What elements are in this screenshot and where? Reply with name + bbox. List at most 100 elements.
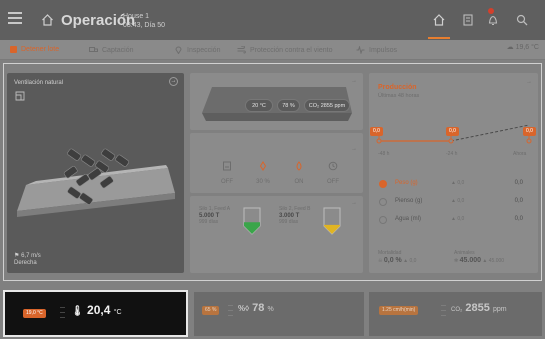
animals-delta: ▲ 45.000	[482, 258, 505, 264]
wind-direction: Derecha	[14, 260, 37, 266]
temperature-sensor-card[interactable]: 19,0 °C — — — 🌡 20,4 °C	[3, 290, 188, 337]
house-icon[interactable]	[432, 13, 446, 27]
mortality-delta: ▲ 0,0	[403, 258, 417, 264]
humidity-readout: %◊ 78 %	[238, 302, 274, 314]
equipment-arrow-icon[interactable]: →	[351, 146, 357, 152]
document-icon[interactable]	[461, 13, 475, 27]
mortality-label: Mortalidad	[378, 250, 402, 256]
barn-humidity-pill: 78 %	[277, 99, 300, 112]
barn-summary-card[interactable]: 20 °C 78 % CO₂ 2855 ppm →	[190, 73, 363, 130]
pulses-label: Impulsos	[369, 46, 398, 54]
temperature-value: 20,4	[87, 303, 111, 317]
temperature-readout: 🌡 20,4 °C	[71, 303, 122, 317]
metric-row-feed[interactable]: Pienso (g) ▲ 0,0 0,0	[379, 197, 529, 209]
co2-unit: ppm	[492, 306, 507, 313]
metric-weight-name: Peso (g)	[395, 180, 418, 186]
axis-mid: -24 h	[446, 151, 458, 157]
barn-illustration	[17, 148, 175, 217]
metric-water-delta: ▲ 0,0	[451, 216, 465, 222]
pulses-button[interactable]: Impulsos	[356, 46, 397, 54]
inspection-button[interactable]: Inspección	[174, 46, 220, 54]
pulse-icon	[356, 46, 365, 54]
barn-arrow-icon[interactable]: →	[351, 78, 357, 84]
temperature-range: — — —	[60, 305, 65, 321]
cloud-icon: ☁	[506, 44, 514, 51]
metric-feed-value: 0,0	[514, 198, 523, 204]
home-icon	[42, 14, 53, 26]
metric-row-water[interactable]: Agua (ml) ▲ 0,0 0,0	[379, 215, 529, 227]
barn-co2-pill: CO₂ 2855 ppm	[304, 99, 350, 112]
light-label: 30 %	[256, 179, 270, 185]
animals-stat[interactable]: Animales ✻ 45.000 ▲ 45.000	[454, 250, 504, 265]
house-info[interactable]: House 1 08:43, Día 50	[123, 12, 165, 30]
chart-label-start: 0,0	[370, 127, 383, 136]
heater-status: OFF	[212, 158, 242, 185]
heater-icon	[223, 161, 231, 171]
stop-batch-button[interactable]: Detener lote	[10, 46, 59, 53]
hamburger-menu-icon[interactable]	[8, 12, 22, 24]
mortality-stat[interactable]: Mortalidad ☠ 0,0 % ▲ 0,0	[378, 250, 416, 265]
water-status: ON	[284, 158, 314, 185]
co2-setpoint: 1.25 cm/h(min)	[379, 306, 419, 315]
production-title: Producción	[378, 84, 417, 91]
metric-water-value: 0,0	[514, 216, 523, 222]
temperature-setpoint: 19,0 °C	[23, 309, 46, 318]
silo-1-info: Silo 1, Feed A 5.000 T 999 días	[199, 206, 230, 226]
capture-button[interactable]: Captación	[89, 46, 134, 54]
silo-1-days: 999 días	[199, 219, 219, 225]
house-date: 08:43, Día 50	[123, 22, 166, 29]
radio-feed[interactable]	[379, 198, 387, 206]
co2-readout: CO₂ 2855 ppm	[451, 302, 507, 314]
silo-1-amount: 5.000 T	[199, 212, 220, 219]
silo-arrow-icon[interactable]: →	[351, 200, 357, 206]
search-icon[interactable]	[515, 13, 529, 27]
open-arrow-icon[interactable]: →	[169, 77, 178, 86]
temperature-unit: °C	[113, 309, 122, 316]
production-subtitle: Últimas 48 horas	[378, 93, 420, 99]
thermometer-icon: 🌡	[71, 306, 84, 317]
wind-icon	[237, 46, 246, 54]
ventilation-label: Ventilación natural	[14, 80, 64, 86]
timer-label: OFF	[327, 179, 339, 185]
chart-label-mid: 0,0	[446, 127, 459, 136]
radio-water[interactable]	[379, 216, 387, 224]
production-card[interactable]: Producción Últimas 48 horas → 0,0 0,0 0,…	[369, 73, 538, 273]
silo-2-info: Silo 2, Feed B 3.000 T 999 días	[279, 206, 310, 226]
co2-range: — — —	[441, 303, 446, 319]
axis-end: Ahora	[513, 151, 527, 157]
metric-water-name: Agua (ml)	[395, 216, 422, 222]
silo-1-gauge	[243, 207, 261, 235]
skull-icon: ☠	[378, 258, 383, 264]
stop-icon	[10, 46, 17, 53]
silo-card[interactable]: → Silo 1, Feed A 5.000 T 999 días Silo 2…	[190, 196, 363, 273]
animals-value: 45.000	[459, 257, 482, 264]
window-icon	[15, 91, 25, 101]
bell-icon[interactable]	[486, 13, 500, 27]
wind-readout: ⚑ 6,7 m/s Derecha	[14, 253, 41, 267]
production-arrow-icon[interactable]: →	[526, 79, 532, 85]
animals-icon: ✻	[454, 258, 459, 264]
equipment-card[interactable]: → OFF 30 % ON OFF	[190, 133, 363, 193]
animals-label: Animales	[454, 250, 475, 256]
water-label: ON	[294, 179, 304, 185]
flag-icon: ⚑	[14, 253, 20, 259]
co2-sensor-card[interactable]: 1.25 cm/h(min) — — — CO₂ 2855 ppm	[369, 292, 542, 336]
silo-2-days: 999 días	[279, 219, 299, 225]
silo-2-gauge	[323, 207, 341, 235]
lightbulb-icon	[259, 161, 267, 171]
light-status: 30 %	[248, 158, 278, 185]
humidity-sensor-card[interactable]: 65 % — — — %◊ 78 %	[194, 292, 364, 336]
active-tab-indicator	[428, 37, 450, 39]
metric-row-weight[interactable]: Peso (g) ▲ 0,0 0,0	[379, 179, 529, 191]
top-bar: Operación House 1 08:43, Día 50	[0, 0, 545, 40]
notification-badge	[488, 8, 494, 14]
stop-batch-label: Detener lote	[21, 46, 60, 53]
humidity-value: 78	[252, 302, 265, 314]
timer-status: OFF	[318, 158, 348, 185]
radio-weight[interactable]	[379, 180, 387, 188]
ventilation-card[interactable]: Ventilación natural → ⚑ 6,7 m/s Derecha	[7, 73, 184, 273]
wind-protection-button[interactable]: Protección contra el viento	[237, 46, 333, 54]
house-name: House 1	[123, 13, 150, 20]
humidity-setpoint: 65 %	[202, 306, 220, 315]
humidity-icon: %◊	[238, 304, 250, 313]
